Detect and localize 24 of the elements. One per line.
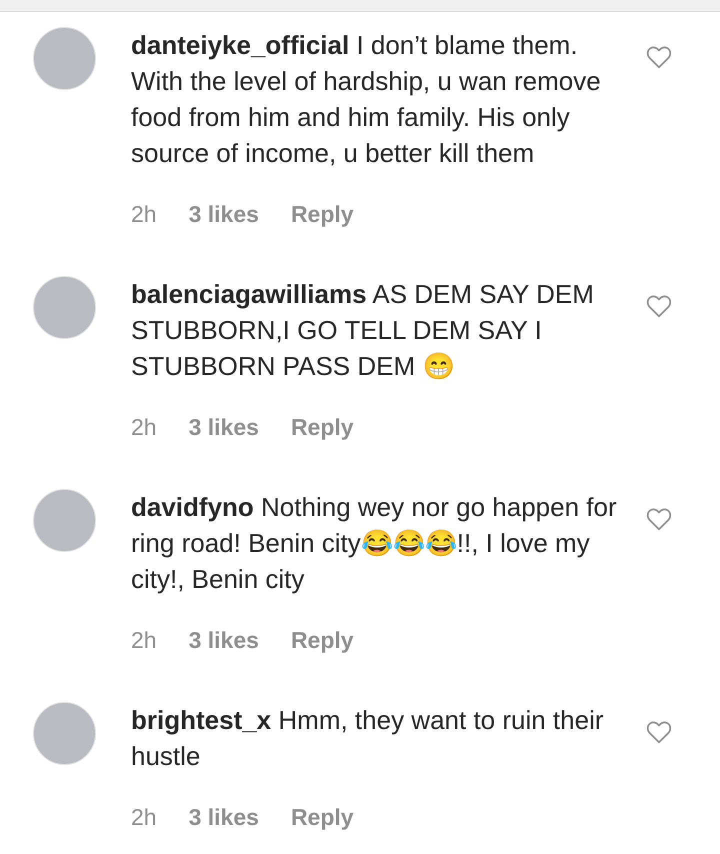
heart-icon	[646, 720, 672, 744]
likes-link[interactable]: 3 likes	[188, 409, 259, 445]
likes-link[interactable]: 3 likes	[188, 799, 259, 835]
comment-time: 2h	[131, 626, 157, 655]
comment-text: balenciagawilliams AS DEM SAY DEM STUBBORN,I GO TELL DEM SAY I STUBBORN PASS DEM 😁	[131, 278, 595, 383]
like-button[interactable]	[646, 720, 672, 744]
like-button[interactable]	[646, 507, 672, 531]
comment-time: 2h	[131, 413, 157, 442]
heart-icon	[646, 294, 672, 318]
comment-time: 2h	[131, 200, 157, 229]
heart-icon	[646, 507, 672, 531]
heart-icon	[646, 45, 672, 69]
reply-button[interactable]: Reply	[290, 409, 354, 445]
reply-button[interactable]: Reply	[290, 196, 354, 232]
likes-link[interactable]: 3 likes	[188, 622, 259, 658]
likes-link[interactable]: 3 likes	[188, 196, 259, 232]
comment-time: 2h	[131, 803, 157, 832]
reply-button[interactable]: Reply	[290, 622, 354, 658]
like-button[interactable]	[646, 294, 672, 318]
comment-text: brightest_x Hmm, they want to ruin their hustle	[131, 704, 605, 773]
comment-text: danteiyke_official I don’t blame them. With the level of hardship, u wan remove food from him and him family. His only source of income, u better kill them	[131, 29, 602, 170]
reply-button[interactable]: Reply	[290, 799, 354, 835]
comment-text: davidfyno Nothing wey nor go happen for ring road! Benin city😂😂😂!!, I love my city!, Benin city	[131, 491, 618, 596]
like-button[interactable]	[646, 45, 672, 69]
